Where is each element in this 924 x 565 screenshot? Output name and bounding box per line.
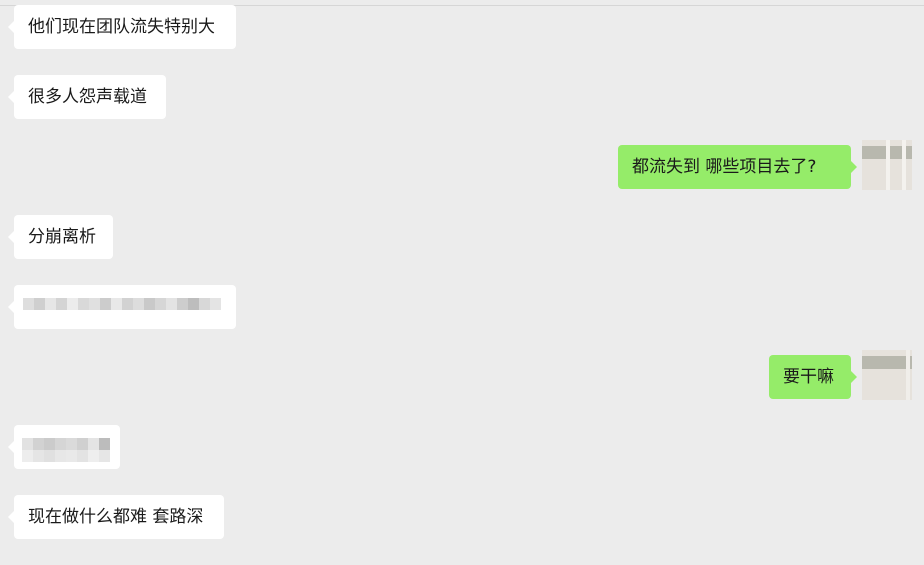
outgoing-message-bubble[interactable]: 都流失到 哪些项目去了? — [618, 145, 857, 189]
pixelated-content — [23, 298, 221, 310]
incoming-message-bubble[interactable]: 现在做什么都难 套路深 — [8, 495, 224, 539]
user-avatar[interactable] — [862, 350, 912, 400]
incoming-message-bubble[interactable]: 分崩离析 — [8, 215, 113, 259]
pixelated-message-bubble[interactable] — [8, 285, 236, 329]
avatar-image — [862, 356, 912, 369]
incoming-message-bubble[interactable]: 他们现在团队流失特别大 — [8, 5, 236, 49]
incoming-message-bubble[interactable]: 很多人怨声载道 — [8, 75, 166, 119]
outgoing-message-bubble[interactable]: 要干嘛 — [769, 355, 857, 399]
pixelated-content — [22, 438, 110, 450]
pixelated-message-bubble[interactable] — [8, 425, 120, 469]
user-avatar[interactable] — [862, 140, 912, 190]
